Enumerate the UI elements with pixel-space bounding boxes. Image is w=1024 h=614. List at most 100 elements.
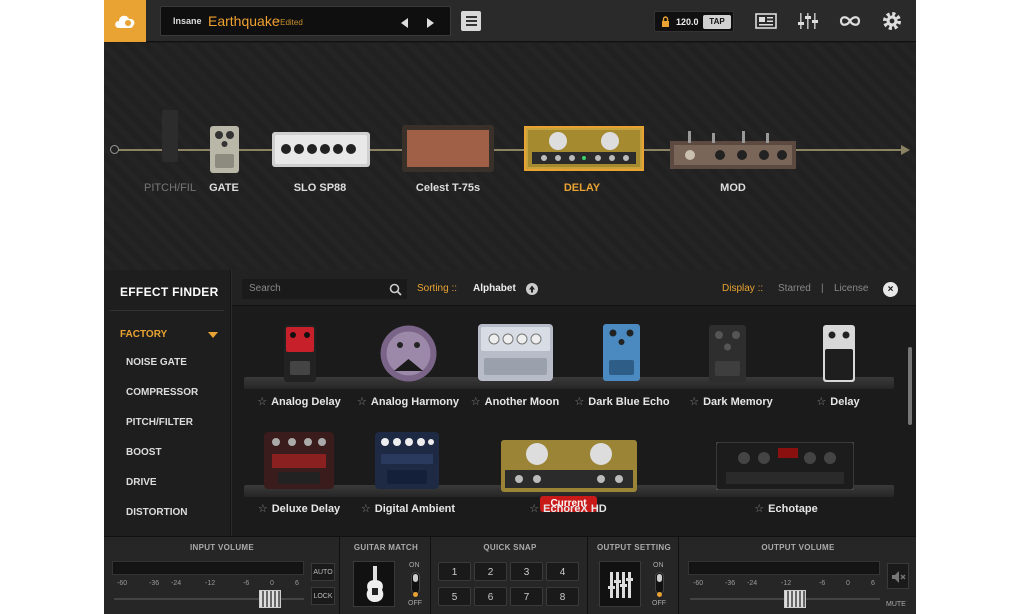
search-input[interactable]: Search [242, 279, 407, 299]
sidebar-item-distortion[interactable]: DISTORTION [126, 507, 187, 518]
display-starred[interactable]: Starred [778, 283, 811, 294]
scale-label: -36 [725, 580, 736, 587]
off-label: OFF [408, 600, 422, 607]
section-title: OUTPUT VOLUME [761, 543, 835, 552]
section-title: OUTPUT SETTING [597, 543, 671, 552]
echorex-hd-pedal-icon [501, 440, 637, 492]
section-title: QUICK SNAP [483, 543, 537, 552]
auto-button[interactable]: AUTO [311, 563, 335, 581]
echotape-pedal-icon [716, 442, 854, 490]
sorting-label: Sorting :: [417, 283, 458, 294]
preset-info-icon[interactable] [754, 10, 778, 32]
star-icon[interactable]: ☆ [689, 396, 699, 408]
dark-memory-pedal-icon [709, 325, 746, 382]
chain-slot-celest-t75s[interactable]: Celest T-75s [400, 43, 496, 203]
scale-label: -12 [781, 580, 792, 587]
quick-snap-1[interactable]: 1 [438, 562, 471, 581]
search-icon[interactable] [389, 283, 402, 296]
chain-slot-label: SLO SP88 [293, 182, 347, 194]
chain-slot-label: MOD [720, 182, 746, 194]
guitar-match-display[interactable] [353, 561, 395, 607]
star-icon[interactable]: ☆ [257, 396, 267, 408]
star-icon[interactable]: ☆ [816, 396, 826, 408]
finder-sidebar: EFFECT FINDER FACTORY NOISE GATE COMPRES… [104, 270, 230, 536]
analog-delay-pedal-icon [284, 325, 316, 382]
close-finder-button[interactable]: × [883, 282, 898, 297]
cloud-logo-icon[interactable] [104, 0, 146, 42]
quick-snap-4[interactable]: 4 [546, 562, 579, 581]
tap-button[interactable]: TAP [703, 15, 731, 29]
category-dropdown[interactable]: FACTORY [120, 329, 167, 340]
quick-snap-2[interactable]: 2 [474, 562, 507, 581]
preset-menu-icon[interactable] [461, 11, 481, 31]
quick-snap-section: QUICK SNAP 1 2 3 4 5 6 7 8 [432, 537, 588, 614]
previous-preset-icon[interactable] [401, 18, 408, 28]
chain-slot-pitch-filter[interactable]: PITCH/FIL [144, 43, 204, 203]
settings-gear-icon[interactable] [880, 10, 904, 32]
quick-snap-8[interactable]: 8 [546, 587, 579, 606]
mixer-icon[interactable] [796, 10, 820, 32]
lock-button[interactable]: LOCK [311, 587, 335, 605]
scale-label: -12 [205, 580, 216, 587]
scale-label: -24 [171, 580, 182, 587]
effect-name: Dark Memory [703, 396, 773, 408]
mute-button[interactable] [887, 563, 909, 589]
delay-pedal-icon [823, 325, 855, 382]
star-icon[interactable]: ☆ [357, 396, 367, 408]
eq-sliders-icon [608, 572, 633, 598]
sorting-value[interactable]: Alphabet [473, 283, 516, 294]
output-arrow-icon [901, 145, 910, 155]
sidebar-item-drive[interactable]: DRIVE [126, 477, 157, 488]
sidebar-item-pitch-filter[interactable]: PITCH/FILTER [126, 417, 193, 428]
loop-icon[interactable] [838, 10, 862, 32]
star-icon[interactable]: ☆ [258, 503, 268, 515]
effect-name-row: ☆ Another Moon [471, 395, 559, 408]
effect-name: Analog Delay [271, 396, 341, 408]
quick-snap-3[interactable]: 3 [510, 562, 543, 581]
chain-slot-slo-sp88[interactable]: SLO SP88 [270, 43, 374, 203]
effect-name-row: ☆ Echotape [754, 502, 817, 515]
chevron-down-icon[interactable] [208, 332, 218, 338]
effect-name-row: ☆ EchoreX HD [529, 502, 606, 515]
sidebar-item-noise-gate[interactable]: NOISE GATE [126, 357, 187, 368]
mute-label: MUTE [886, 601, 906, 608]
output-setting-toggle[interactable] [655, 572, 664, 594]
finder-title: EFFECT FINDER [120, 285, 219, 299]
guitar-icon [366, 566, 384, 602]
on-label: ON [653, 562, 664, 569]
effect-name-row: ☆ Delay [816, 395, 859, 408]
divider [110, 310, 224, 311]
tape-delay-icon [528, 130, 640, 167]
input-level-meter [112, 561, 304, 575]
quick-snap-5[interactable]: 5 [438, 587, 471, 606]
amp-head-icon [272, 132, 370, 167]
chain-slot-delay-active[interactable]: DELAY [520, 43, 644, 203]
lock-icon[interactable] [661, 16, 670, 27]
chain-slot-gate[interactable]: GATE [202, 43, 246, 203]
status-led [413, 592, 418, 597]
tempo-control[interactable]: 120.0 TAP [654, 11, 734, 32]
input-volume-fader[interactable] [259, 590, 281, 608]
star-icon[interactable]: ☆ [754, 503, 764, 515]
chain-slot-mod[interactable]: MOD [668, 43, 798, 203]
star-icon[interactable]: ☆ [574, 396, 584, 408]
sidebar-item-boost[interactable]: BOOST [126, 447, 162, 458]
output-volume-fader[interactable] [784, 590, 806, 608]
star-icon[interactable]: ☆ [361, 503, 371, 515]
next-preset-icon[interactable] [427, 18, 434, 28]
input-jack-icon [110, 145, 119, 154]
star-icon[interactable]: ☆ [529, 503, 539, 515]
sidebar-item-compressor[interactable]: COMPRESSOR [126, 387, 198, 398]
quick-snap-7[interactable]: 7 [510, 587, 543, 606]
display-license[interactable]: License [834, 283, 868, 294]
output-setting-display[interactable] [599, 561, 641, 607]
guitar-match-toggle[interactable] [411, 572, 420, 594]
scrollbar[interactable] [908, 347, 912, 425]
quick-snap-6[interactable]: 6 [474, 587, 507, 606]
preset-display[interactable]: Insane Earthquake *Edited [160, 6, 451, 36]
empty-slot-placeholder [162, 110, 178, 162]
star-icon[interactable]: ☆ [471, 396, 481, 408]
sort-direction-icon[interactable] [526, 283, 538, 295]
section-title: GUITAR MATCH [353, 543, 419, 552]
effect-name: Delay [830, 396, 860, 408]
